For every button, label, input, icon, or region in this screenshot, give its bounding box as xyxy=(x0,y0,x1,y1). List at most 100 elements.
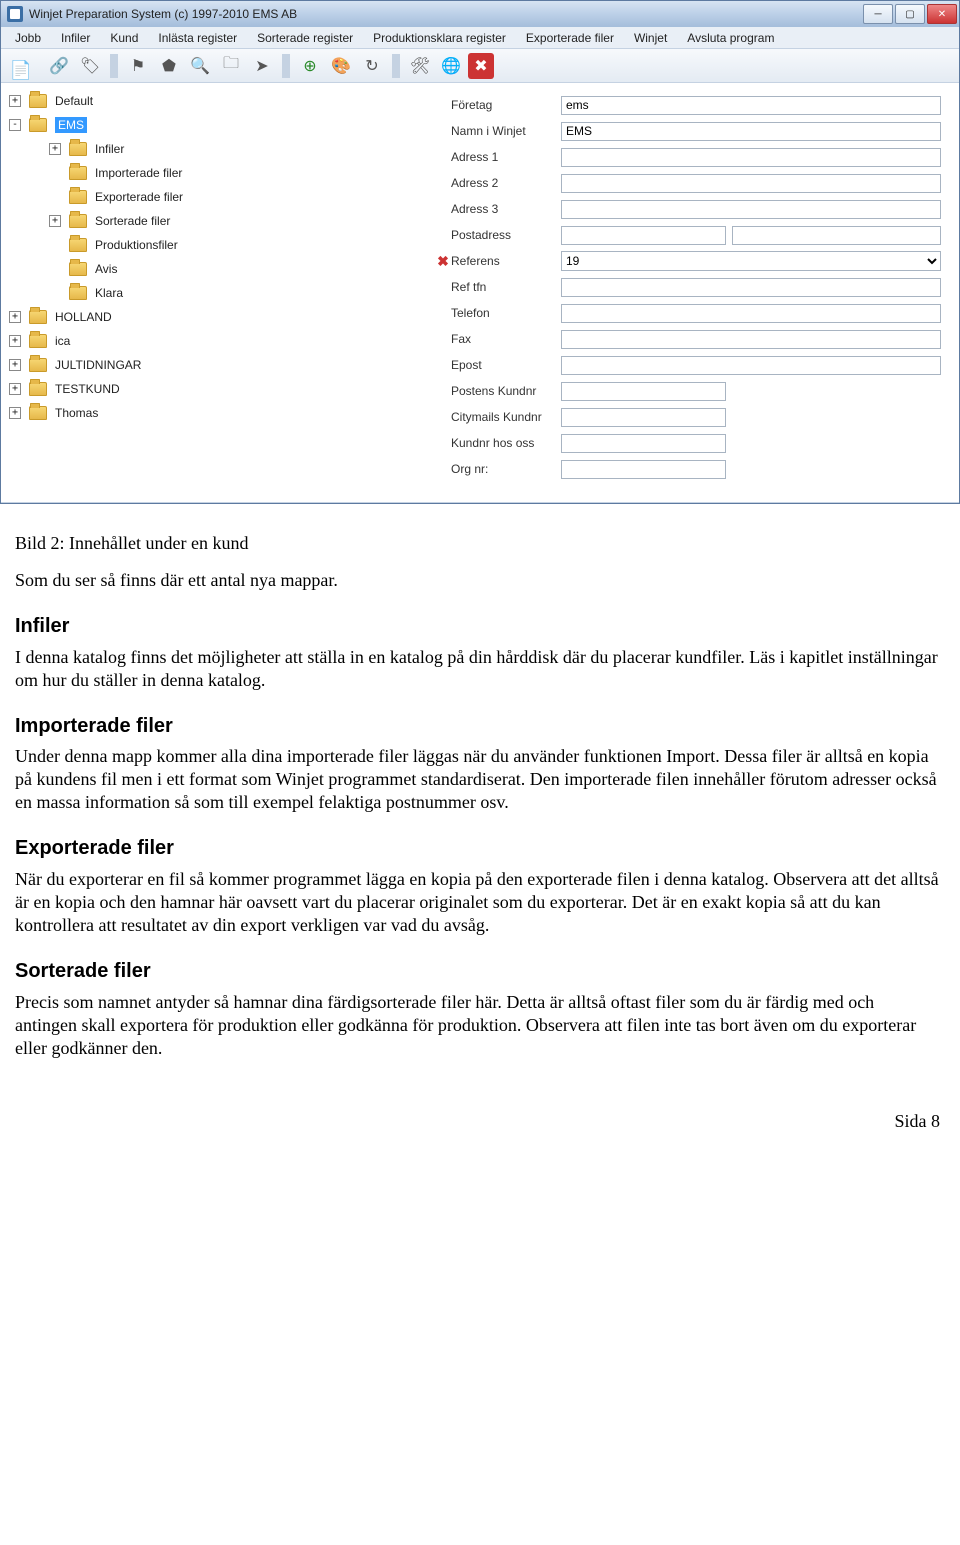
arrow-icon[interactable]: ➤ xyxy=(248,52,276,80)
text-input[interactable] xyxy=(561,96,941,115)
tree-item-label: EMS xyxy=(55,117,87,133)
folder-icon xyxy=(69,166,87,180)
tree-item[interactable]: +JULTIDNINGAR xyxy=(9,353,427,377)
expand-icon[interactable]: + xyxy=(9,383,21,395)
tree-item[interactable]: + Sorterade filer xyxy=(9,209,427,233)
globe-icon[interactable]: 🌐 xyxy=(437,52,465,80)
tree-item[interactable]: + TESTKUND xyxy=(9,377,427,401)
close-button[interactable]: ✕ xyxy=(927,4,957,24)
menu-produktionsklara[interactable]: Produktionsklara register xyxy=(363,29,516,47)
form-label: Referens xyxy=(451,254,561,268)
tree-item-label: TESTKUND xyxy=(55,382,120,396)
tag-icon[interactable]: 🏷 xyxy=(76,52,104,80)
expand-icon[interactable]: + xyxy=(49,215,61,227)
clear-icon[interactable]: ✖ xyxy=(435,253,451,269)
form-label: Org nr: xyxy=(451,462,561,476)
menu-exporterade[interactable]: Exporterade filer xyxy=(516,29,624,47)
spacer xyxy=(49,191,61,203)
tree-item-label: Avis xyxy=(95,262,117,276)
text-input[interactable] xyxy=(561,408,726,427)
tree-item[interactable]: Avis xyxy=(9,257,427,281)
text-input[interactable] xyxy=(561,434,726,453)
spacer xyxy=(49,167,61,179)
menu-jobb[interactable]: Jobb xyxy=(5,29,51,47)
form-label: Adress 3 xyxy=(451,202,561,216)
heading-sorterade: Sorterade filer xyxy=(15,959,940,985)
new-doc-icon[interactable]: 📄 xyxy=(5,48,42,84)
text-input[interactable] xyxy=(561,304,941,323)
text-input[interactable] xyxy=(561,460,726,479)
expand-icon[interactable]: + xyxy=(49,143,61,155)
form-row: Adress 2 xyxy=(435,171,941,195)
form-label: Epost xyxy=(451,358,561,372)
text-input[interactable] xyxy=(561,200,941,219)
form-label: Kundnr hos oss xyxy=(451,436,561,450)
paragraph-sorterade: Precis som namnet antyder så hamnar dina… xyxy=(15,991,940,1060)
minimize-button[interactable]: ─ xyxy=(863,4,893,24)
expand-icon[interactable]: + xyxy=(9,311,21,323)
folder-icon xyxy=(69,190,87,204)
expand-icon[interactable]: + xyxy=(9,335,21,347)
search-icon[interactable]: 🔍 xyxy=(186,52,214,80)
text-input[interactable] xyxy=(561,278,941,297)
add-icon[interactable]: ⊕ xyxy=(296,52,324,80)
tree-item[interactable]: +ica xyxy=(9,329,427,353)
tree-item-label: HOLLAND xyxy=(55,310,112,324)
referens-select[interactable]: 19 xyxy=(561,251,941,271)
flag-icon[interactable]: ⚑ xyxy=(124,52,152,80)
expand-icon[interactable]: + xyxy=(9,407,21,419)
tree-item[interactable]: Exporterade filer xyxy=(9,185,427,209)
heading-importerade: Importerade filer xyxy=(15,714,940,740)
stop-icon[interactable]: ✖ xyxy=(468,53,494,79)
menu-inlasta[interactable]: Inlästa register xyxy=(148,29,247,47)
text-input[interactable] xyxy=(561,382,726,401)
form-row: Ref tfn xyxy=(435,275,941,299)
tree-item[interactable]: +Default xyxy=(9,89,427,113)
text-input[interactable] xyxy=(561,174,941,193)
palette-icon[interactable]: 🎨 xyxy=(327,52,355,80)
folder-icon xyxy=(29,118,47,132)
menu-infiler[interactable]: Infiler xyxy=(51,29,100,47)
folder-icon xyxy=(29,310,47,324)
folder-icon[interactable]: 🗀 xyxy=(217,52,245,80)
tree-item[interactable]: Klara xyxy=(9,281,427,305)
menubar: Jobb Infiler Kund Inlästa register Sorte… xyxy=(1,27,959,49)
tree-item-label: Sorterade filer xyxy=(95,214,170,228)
collapse-icon[interactable]: - xyxy=(9,119,21,131)
heading-exporterade: Exporterade filer xyxy=(15,836,940,862)
shield-icon[interactable]: ⬟ xyxy=(155,52,183,80)
form-label: Telefon xyxy=(451,306,561,320)
postal-city-input[interactable] xyxy=(732,226,941,245)
expand-icon[interactable]: + xyxy=(9,359,21,371)
tree-item-label: Exporterade filer xyxy=(95,190,183,204)
tree-item[interactable]: Importerade filer xyxy=(9,161,427,185)
postal-code-input[interactable] xyxy=(561,226,726,245)
text-input[interactable] xyxy=(561,330,941,349)
text-input[interactable] xyxy=(561,148,941,167)
tree-item[interactable]: +Infiler xyxy=(9,137,427,161)
tools-icon[interactable]: 🛠 xyxy=(406,52,434,80)
link-icon[interactable]: 🔗 xyxy=(45,52,73,80)
maximize-button[interactable]: ▢ xyxy=(895,4,925,24)
form-label: Adress 1 xyxy=(451,150,561,164)
menu-kund[interactable]: Kund xyxy=(100,29,148,47)
menu-avsluta[interactable]: Avsluta program xyxy=(677,29,784,47)
menu-sorterade[interactable]: Sorterade register xyxy=(247,29,363,47)
figure-caption: Bild 2: Innehållet under en kund xyxy=(15,532,940,555)
tree-item[interactable]: - EMS xyxy=(9,113,427,137)
tree-item[interactable]: +Thomas xyxy=(9,401,427,425)
intro-paragraph: Som du ser så finns där ett antal nya ma… xyxy=(15,569,940,592)
heading-infiler: Infiler xyxy=(15,614,940,640)
separator xyxy=(110,54,118,78)
paragraph-infiler: I denna katalog finns det möjligheter at… xyxy=(15,646,940,692)
text-input[interactable] xyxy=(561,356,941,375)
menu-winjet[interactable]: Winjet xyxy=(624,29,677,47)
content-area: +Default - EMS +InfilerImporterade filer Exp… xyxy=(1,83,959,503)
expand-icon[interactable]: + xyxy=(9,95,21,107)
form-row: Adress 1 xyxy=(435,145,941,169)
tree-item[interactable]: Produktionsfiler xyxy=(9,233,427,257)
folder-icon xyxy=(69,286,87,300)
refresh-icon[interactable]: ↻ xyxy=(358,52,386,80)
text-input[interactable] xyxy=(561,122,941,141)
tree-item[interactable]: + HOLLAND xyxy=(9,305,427,329)
